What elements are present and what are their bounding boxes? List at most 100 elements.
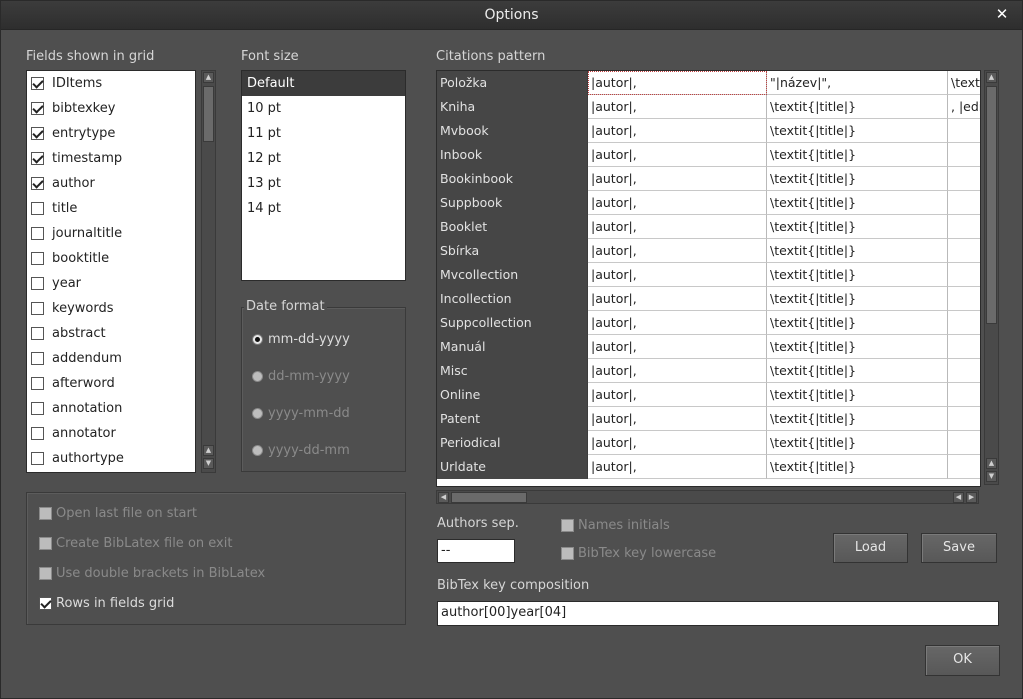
field-item[interactable]: addendum — [27, 346, 195, 371]
bibtex-lowercase-checkbox[interactable] — [561, 547, 574, 560]
pattern-cell[interactable] — [948, 359, 980, 383]
arrow-up-icon[interactable]: ▲ — [203, 445, 214, 456]
pattern-cell[interactable] — [948, 215, 980, 239]
fields-scroll-thumb[interactable] — [203, 86, 214, 142]
field-item[interactable]: booktitle — [27, 246, 195, 271]
font-size-list[interactable]: Default 10 pt 11 pt 12 pt 13 pt 14 pt — [241, 70, 406, 281]
date-format-option[interactable]: mm-dd-yyyy — [252, 332, 350, 347]
pattern-cell[interactable] — [948, 143, 980, 167]
pattern-cell[interactable]: |autor|, — [588, 359, 767, 383]
pattern-cell[interactable]: |autor|, — [588, 455, 767, 479]
field-item[interactable]: title — [27, 196, 195, 221]
field-item[interactable]: annotation — [27, 396, 195, 421]
pattern-cell[interactable]: \textit{|title|} — [767, 311, 948, 335]
fields-list[interactable]: IDItems bibtexkey entrytype timestamp author… — [26, 70, 196, 473]
bibtex-lowercase-option[interactable]: BibTex key lowercase — [561, 546, 716, 561]
font-size-item[interactable]: 14 pt — [242, 196, 405, 221]
pattern-cell[interactable]: \textit{|title|} — [767, 191, 948, 215]
field-checkbox[interactable] — [31, 277, 44, 290]
field-checkbox[interactable] — [31, 177, 44, 190]
names-initials-checkbox[interactable] — [561, 519, 574, 532]
pattern-cell[interactable]: |autor|, — [588, 383, 767, 407]
date-format-option[interactable]: yyyy-dd-mm — [252, 443, 350, 458]
pattern-cell[interactable] — [948, 287, 980, 311]
pattern-cell[interactable]: \textit{|title|} — [767, 95, 948, 119]
field-checkbox[interactable] — [31, 327, 44, 340]
field-item[interactable]: afterword — [27, 371, 195, 396]
field-item[interactable]: abstract — [27, 321, 195, 346]
pattern-cell[interactable]: |autor|, — [588, 119, 767, 143]
pattern-cell[interactable]: |autor|, — [588, 287, 767, 311]
pattern-cell[interactable] — [948, 263, 980, 287]
pattern-cell[interactable] — [948, 239, 980, 263]
grid-vscroll-thumb[interactable] — [986, 86, 997, 324]
pattern-cell[interactable]: \textit{|title|} — [767, 287, 948, 311]
general-option-checkbox[interactable] — [39, 567, 52, 580]
field-checkbox[interactable] — [31, 202, 44, 215]
date-format-radio[interactable] — [252, 371, 263, 382]
pattern-cell[interactable] — [948, 311, 980, 335]
font-size-item[interactable]: Default — [242, 71, 405, 96]
field-item[interactable]: annotator — [27, 421, 195, 446]
pattern-cell[interactable]: |autor|, — [588, 215, 767, 239]
save-button[interactable]: Save — [921, 533, 997, 563]
font-size-item[interactable]: 13 pt — [242, 171, 405, 196]
pattern-cell[interactable]: \textit{|title|} — [767, 167, 948, 191]
arrow-down-icon[interactable]: ▼ — [203, 458, 214, 469]
pattern-cell[interactable] — [948, 407, 980, 431]
font-size-item[interactable]: 11 pt — [242, 121, 405, 146]
general-option[interactable]: Use double brackets in BibLatex — [39, 566, 265, 581]
field-checkbox[interactable] — [31, 102, 44, 115]
field-checkbox[interactable] — [31, 402, 44, 415]
fields-scrollbar[interactable]: ▲ ▲ ▼ — [201, 70, 216, 473]
date-format-radio[interactable] — [252, 334, 263, 345]
font-size-item[interactable]: 12 pt — [242, 146, 405, 171]
pattern-cell[interactable]: |autor|, — [588, 335, 767, 359]
general-option[interactable]: Open last file on start — [39, 506, 197, 521]
field-item[interactable]: authortype — [27, 446, 195, 471]
pattern-cell[interactable] — [948, 191, 980, 215]
field-checkbox[interactable] — [31, 377, 44, 390]
general-option[interactable]: Rows in fields grid — [39, 596, 174, 611]
field-checkbox[interactable] — [31, 127, 44, 140]
pattern-cell[interactable] — [948, 167, 980, 191]
date-format-option[interactable]: dd-mm-yyyy — [252, 369, 350, 384]
pattern-cell[interactable]: |autor|, — [588, 311, 767, 335]
field-checkbox[interactable] — [31, 152, 44, 165]
pattern-cell[interactable]: \textit{|title|} — [767, 239, 948, 263]
pattern-cell[interactable]: \textit{|title|} — [767, 119, 948, 143]
date-format-radio[interactable] — [252, 445, 263, 456]
pattern-cell[interactable]: |autor|, — [588, 143, 767, 167]
arrow-right-icon[interactable]: ▶ — [966, 492, 977, 503]
field-item[interactable]: year — [27, 271, 195, 296]
pattern-cell[interactable]: \textit{|title|} — [767, 383, 948, 407]
arrow-down-icon[interactable]: ▼ — [986, 471, 997, 482]
pattern-cell[interactable]: |autor|, — [588, 239, 767, 263]
arrow-left-icon[interactable]: ◀ — [953, 492, 964, 503]
pattern-cell[interactable] — [948, 335, 980, 359]
arrow-up-icon[interactable]: ▲ — [986, 458, 997, 469]
pattern-cell[interactable] — [948, 455, 980, 479]
general-option-checkbox[interactable] — [39, 537, 52, 550]
pattern-cell[interactable] — [948, 431, 980, 455]
pattern-cell[interactable]: \texti — [948, 71, 980, 95]
names-initials-option[interactable]: Names initials — [561, 518, 670, 533]
ok-button[interactable]: OK — [925, 645, 1000, 676]
pattern-cell[interactable]: \textit{|title|} — [767, 263, 948, 287]
field-checkbox[interactable] — [31, 77, 44, 90]
general-option-checkbox[interactable] — [39, 597, 52, 610]
field-checkbox[interactable] — [31, 427, 44, 440]
date-format-option[interactable]: yyyy-mm-dd — [252, 406, 350, 421]
field-item[interactable]: bibtexkey — [27, 96, 195, 121]
pattern-cell[interactable]: \textit{|title|} — [767, 359, 948, 383]
date-format-radio[interactable] — [252, 408, 263, 419]
pattern-cell[interactable]: |autor|, — [588, 167, 767, 191]
grid-vscrollbar[interactable]: ▲ ▲ ▼ — [984, 70, 999, 485]
pattern-cell[interactable]: \textit{|title|} — [767, 215, 948, 239]
pattern-cell[interactable]: |autor|, — [588, 431, 767, 455]
grid-hscrollbar[interactable]: ◀ ◀ ▶ — [436, 490, 979, 504]
field-checkbox[interactable] — [31, 452, 44, 465]
arrow-up-icon[interactable]: ▲ — [986, 72, 997, 83]
field-item[interactable]: entrytype — [27, 121, 195, 146]
field-checkbox[interactable] — [31, 302, 44, 315]
